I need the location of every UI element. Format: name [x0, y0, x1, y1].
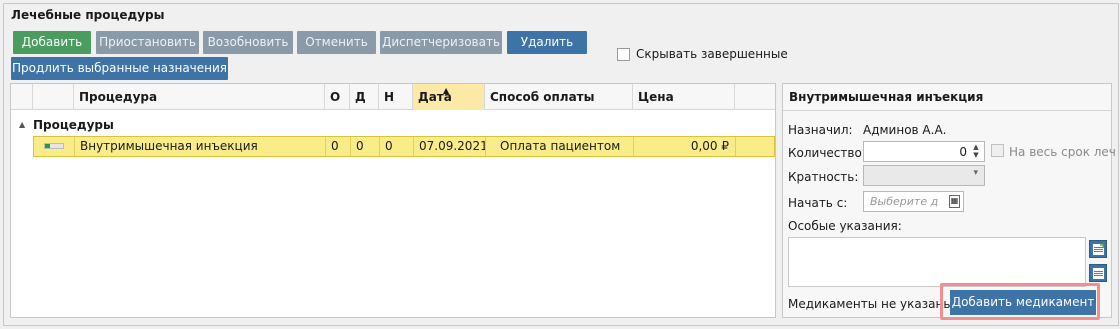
- header-d[interactable]: Д: [350, 84, 379, 110]
- chevron-down-icon[interactable]: ▾: [973, 168, 978, 178]
- header-date[interactable]: Дата ▲: [413, 84, 485, 110]
- procedures-grid: Процедура О Д Н Дата ▲ Способ оплаты Цен…: [10, 83, 776, 318]
- divider: [783, 110, 1111, 111]
- spinner-arrows-icon[interactable]: ▲ ▼: [970, 143, 982, 160]
- status-cell: [34, 137, 75, 156]
- start-date-input[interactable]: Выберите д ▦: [863, 191, 964, 212]
- progress-bar: [44, 143, 64, 149]
- o-cell: 0: [326, 137, 351, 156]
- quantity-label: Количество:: [788, 146, 866, 160]
- group-label: Процедуры: [33, 118, 114, 132]
- collapse-triangle-icon[interactable]: ▲: [19, 114, 25, 136]
- payment-cell: Оплата пациентом: [486, 137, 634, 156]
- dispatch-button[interactable]: Диспетчеризовать: [380, 31, 502, 54]
- cancel-button[interactable]: Отменить: [297, 31, 376, 54]
- page-title: Лечебные процедуры: [11, 8, 165, 22]
- start-label: Начать с:: [788, 196, 848, 210]
- quantity-value: 0: [959, 145, 967, 159]
- table-row[interactable]: Внутримышечная инъекция 0 0 0 07.09.2021…: [33, 136, 775, 157]
- start-date-placeholder: Выберите д: [870, 195, 939, 208]
- hide-completed-box[interactable]: [617, 47, 630, 61]
- multiplicity-label: Кратность:: [788, 170, 859, 184]
- prescribed-value: Админов А.А.: [863, 123, 947, 137]
- extend-selected-button[interactable]: Продлить выбранные назначения: [11, 57, 228, 80]
- grid-header: Процедура О Д Н Дата ▲ Способ оплаты Цен…: [11, 84, 775, 110]
- header-o[interactable]: О: [325, 84, 350, 110]
- prescribed-label: Назначил:: [788, 123, 853, 137]
- add-note-icon[interactable]: +: [1089, 240, 1107, 258]
- quantity-stepper[interactable]: 0 ▲ ▼: [863, 141, 985, 162]
- header-n[interactable]: Н: [379, 84, 413, 110]
- whole-term-label: На весь срок леч: [1009, 145, 1116, 159]
- header-status: [33, 84, 74, 110]
- resume-button[interactable]: Возобновить: [203, 31, 293, 54]
- calendar-icon[interactable]: ▦: [949, 195, 960, 208]
- header-price[interactable]: Цена: [633, 84, 735, 110]
- instructions-label: Особые указания:: [788, 219, 902, 233]
- multiplicity-select[interactable]: ▾: [863, 165, 985, 186]
- header-procedure[interactable]: Процедура: [74, 84, 325, 110]
- progress-fill: [45, 144, 51, 148]
- hide-completed-checkbox[interactable]: Скрывать завершенные: [617, 47, 788, 61]
- instructions-textarea[interactable]: [788, 237, 1086, 287]
- note-list-icon[interactable]: [1089, 264, 1107, 282]
- add-medication-button[interactable]: Добавить медикамент: [950, 290, 1096, 315]
- hide-completed-label: Скрывать завершенные: [636, 47, 788, 61]
- whole-term-checkbox[interactable]: [991, 144, 1004, 157]
- n-cell: 0: [380, 137, 414, 156]
- header-expand: [11, 84, 33, 110]
- procedure-cell: Внутримышечная инъекция: [75, 137, 326, 156]
- price-cell: 0,00 ₽: [634, 137, 736, 156]
- header-payment[interactable]: Способ оплаты: [485, 84, 633, 110]
- d-cell: 0: [351, 137, 380, 156]
- sort-ascending-icon: ▲: [443, 86, 450, 95]
- add-button[interactable]: Добавить: [13, 31, 91, 54]
- no-medications-text: Медикаменты не указаны: [788, 297, 953, 311]
- delete-button[interactable]: Удалить: [507, 31, 587, 54]
- detail-title: Внутримышечная инъекция: [789, 90, 984, 104]
- suspend-button[interactable]: Приостановить: [96, 31, 199, 54]
- date-cell: 07.09.2021: [414, 137, 486, 156]
